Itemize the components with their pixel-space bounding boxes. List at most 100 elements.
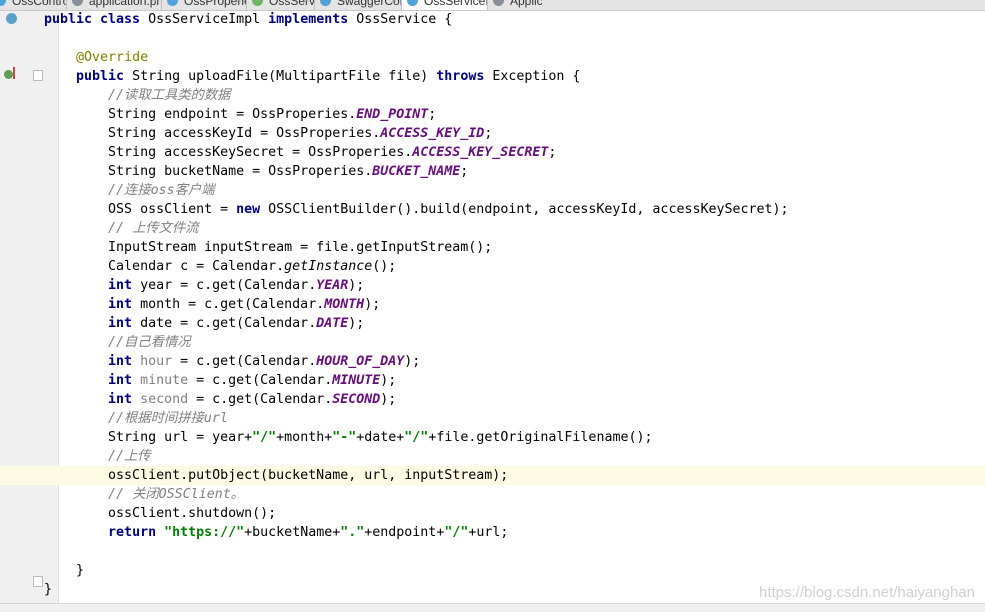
code-text: // 上传文件流 bbox=[44, 219, 199, 238]
code-token: +endpoint+ bbox=[364, 525, 445, 540]
code-token: MINUTE bbox=[332, 373, 381, 388]
code-line[interactable]: public String uploadFile(MultipartFile f… bbox=[0, 67, 985, 86]
code-text: // 关闭OSSClient。 bbox=[44, 485, 244, 504]
code-line[interactable]: String accessKeyId = OssProperies.ACCESS… bbox=[0, 124, 985, 143]
code-token: ossClient.putObject(bucketName, url, inp… bbox=[44, 468, 509, 483]
close-tab-icon[interactable]: × bbox=[236, 0, 242, 8]
code-token: int bbox=[108, 373, 141, 388]
code-token: year = c.get(Calendar. bbox=[140, 278, 317, 293]
code-text: ossClient.shutdown(); bbox=[44, 504, 276, 523]
code-token: String endpoint = OssProperies. bbox=[44, 107, 357, 122]
close-tab-icon[interactable]: × bbox=[477, 0, 483, 8]
code-line[interactable] bbox=[0, 29, 985, 48]
code-line[interactable]: int minute = c.get(Calendar.MINUTE); bbox=[0, 371, 985, 390]
code-line[interactable]: //连接oss客户端 bbox=[0, 181, 985, 200]
close-tab-icon[interactable]: × bbox=[304, 0, 310, 8]
code-token: Calendar c = Calendar. bbox=[44, 259, 285, 274]
code-token: String uploadFile(MultipartFile file) bbox=[132, 69, 437, 84]
code-token: //读取工具类的数据 bbox=[108, 88, 231, 103]
tab-applic[interactable]: Applic bbox=[488, 0, 985, 10]
properties-icon bbox=[72, 0, 83, 6]
tab-osscontroller-java[interactable]: OssController.java× bbox=[0, 0, 67, 10]
code-token: +file.getOriginalFilename(); bbox=[428, 430, 653, 445]
tab-swaggerconfig-java[interactable]: SwaggerConfig.java× bbox=[315, 0, 402, 10]
code-token: implements bbox=[268, 12, 357, 27]
code-token: int bbox=[108, 316, 141, 331]
tab-ossproperies-java[interactable]: OssProperies.java× bbox=[162, 0, 247, 10]
code-line[interactable]: Calendar c = Calendar.getInstance(); bbox=[0, 257, 985, 276]
close-tab-icon[interactable]: × bbox=[391, 0, 397, 8]
properties-icon bbox=[493, 0, 504, 6]
code-token: OSSClientBuilder().build(endpoint, acces… bbox=[268, 202, 789, 217]
code-text: String endpoint = OssProperies.END_POINT… bbox=[44, 105, 436, 124]
code-line[interactable] bbox=[0, 542, 985, 561]
code-text: //连接oss客户端 bbox=[44, 181, 215, 200]
code-line[interactable]: ossClient.putObject(bucketName, url, inp… bbox=[0, 466, 985, 485]
code-token: } bbox=[44, 582, 53, 597]
code-line[interactable]: public class OssServiceImpl implements O… bbox=[0, 10, 985, 29]
code-text: String accessKeyId = OssProperies.ACCESS… bbox=[44, 124, 492, 143]
code-line[interactable]: int second = c.get(Calendar.SECOND); bbox=[0, 390, 985, 409]
code-text: Calendar c = Calendar.getInstance(); bbox=[44, 257, 396, 276]
code-text: int second = c.get(Calendar.SECOND); bbox=[44, 390, 396, 409]
code-line[interactable]: } bbox=[0, 561, 985, 580]
code-line[interactable]: // 关闭OSSClient。 bbox=[0, 485, 985, 504]
code-token: = c.get(Calendar. bbox=[188, 392, 333, 407]
code-line[interactable]: //读取工具类的数据 bbox=[0, 86, 985, 105]
code-line[interactable]: String bucketName = OssProperies.BUCKET_… bbox=[0, 162, 985, 181]
code-text: OSS ossClient = new OSSClientBuilder().b… bbox=[44, 200, 789, 219]
code-token: (); bbox=[372, 259, 397, 274]
code-line[interactable]: String accessKeySecret = OssProperies.AC… bbox=[0, 143, 985, 162]
class-icon bbox=[320, 0, 331, 6]
code-text: //自己看情况 bbox=[44, 333, 191, 352]
code-line[interactable]: int hour = c.get(Calendar.HOUR_OF_DAY); bbox=[0, 352, 985, 371]
code-line[interactable]: // 上传文件流 bbox=[0, 219, 985, 238]
code-text: //读取工具类的数据 bbox=[44, 86, 230, 105]
code-line[interactable]: String url = year+"/"+month+"-"+date+"/"… bbox=[0, 428, 985, 447]
code-line[interactable]: int year = c.get(Calendar.YEAR); bbox=[0, 276, 985, 295]
code-text: @Override bbox=[44, 48, 148, 67]
code-line[interactable]: int date = c.get(Calendar.DATE); bbox=[0, 314, 985, 333]
code-text: String url = year+"/"+month+"-"+date+"/"… bbox=[44, 428, 652, 447]
code-line[interactable]: ossClient.shutdown(); bbox=[0, 504, 985, 523]
code-token: SECOND bbox=[332, 392, 381, 407]
code-line[interactable]: OSS ossClient = new OSSClientBuilder().b… bbox=[0, 200, 985, 219]
code-line[interactable]: //上传 bbox=[0, 447, 985, 466]
code-token: InputStream inputStream = file.getInputS… bbox=[44, 240, 493, 255]
code-token: String accessKeyId = OssProperies. bbox=[44, 126, 381, 141]
code-text: String bucketName = OssProperies.BUCKET_… bbox=[44, 162, 468, 181]
code-token: "-" bbox=[332, 430, 357, 445]
code-token: OSS ossClient = bbox=[44, 202, 237, 217]
code-line[interactable]: String endpoint = OssProperies.END_POINT… bbox=[0, 105, 985, 124]
code-token: // 上传文件流 bbox=[108, 221, 199, 236]
code-token: String url = year+ bbox=[44, 430, 253, 445]
code-token: ACCESS_KEY_SECRET bbox=[412, 145, 549, 160]
code-token: int bbox=[108, 354, 141, 369]
close-tab-icon[interactable]: × bbox=[151, 0, 157, 8]
code-line[interactable]: return "https://"+bucketName+"."+endpoin… bbox=[0, 523, 985, 542]
code-line[interactable]: //根据时间拼接url bbox=[0, 409, 985, 428]
code-line[interactable]: int month = c.get(Calendar.MONTH); bbox=[0, 295, 985, 314]
code-text: InputStream inputStream = file.getInputS… bbox=[44, 238, 492, 257]
code-line[interactable]: InputStream inputStream = file.getInputS… bbox=[0, 238, 985, 257]
code-token: return bbox=[108, 525, 165, 540]
code-token: OssServiceImpl bbox=[148, 12, 269, 27]
code-text: //根据时间拼接url bbox=[44, 409, 228, 428]
code-token: //连接oss客户端 bbox=[108, 183, 215, 198]
code-line[interactable]: @Override bbox=[0, 48, 985, 67]
tab-ossservice-java[interactable]: OssService.java× bbox=[247, 0, 315, 10]
tab-ossserviceimpl-java[interactable]: OssServiceImpl.java× bbox=[402, 0, 488, 10]
tab-application-properties[interactable]: application.properties× bbox=[67, 0, 162, 10]
code-line[interactable]: //自己看情况 bbox=[0, 333, 985, 352]
code-token: ; bbox=[548, 145, 557, 160]
close-tab-icon[interactable]: × bbox=[56, 0, 62, 8]
